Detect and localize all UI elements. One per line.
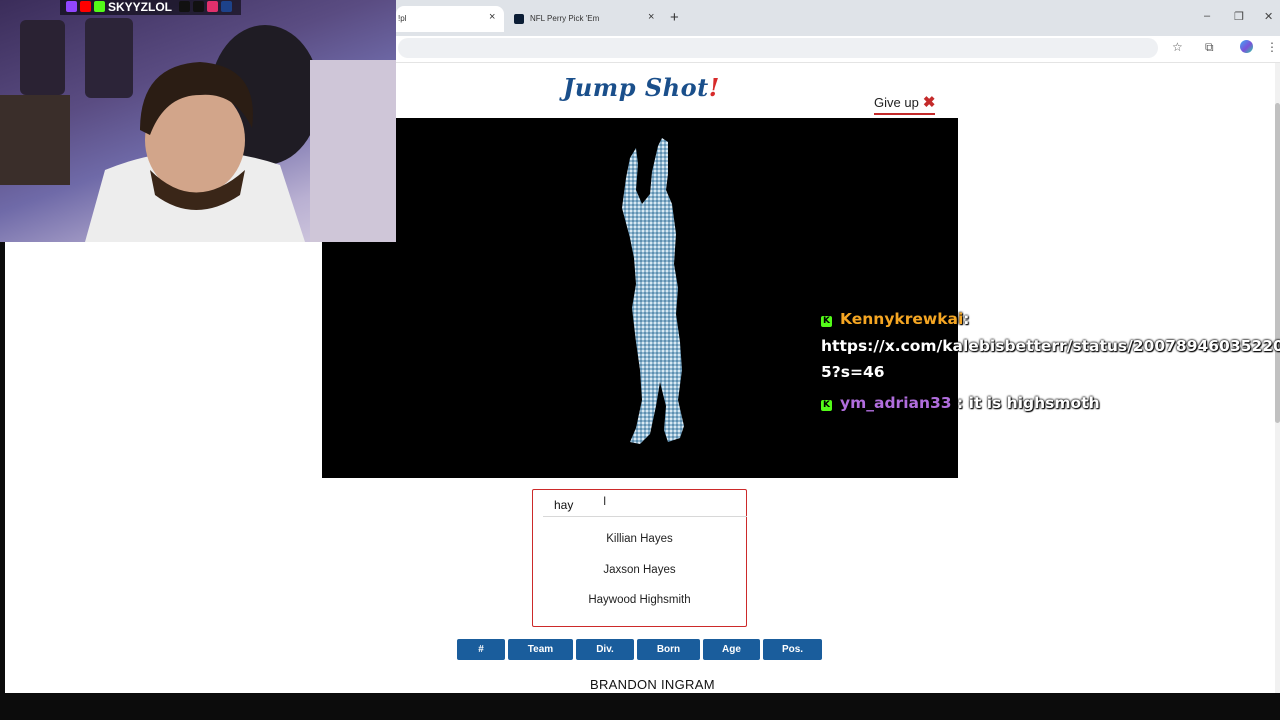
chat-message-text: it is highsmoth bbox=[968, 394, 1100, 412]
logo-text: Jump Shot bbox=[563, 73, 709, 102]
chat-username: Kennykrewkai bbox=[840, 310, 964, 328]
webcam-scene bbox=[0, 18, 396, 242]
give-up-button[interactable]: Give up ✖ bbox=[874, 93, 936, 115]
column-division[interactable]: Div. bbox=[576, 639, 634, 660]
chat-separator: : bbox=[963, 310, 970, 328]
chat-message-text: https://x.com/kalebisbetterr/status/2007… bbox=[821, 337, 1280, 355]
close-x-icon: ✖ bbox=[922, 94, 936, 111]
scrollbar-thumb[interactable] bbox=[1275, 103, 1280, 423]
kick-badge-icon: K bbox=[821, 316, 832, 327]
social-handles-bar: SKYYZLOL bbox=[60, 0, 242, 15]
player-search-input[interactable] bbox=[543, 494, 747, 517]
column-position[interactable]: Pos. bbox=[763, 639, 822, 660]
kick-icon bbox=[94, 1, 105, 12]
minimize-icon[interactable]: – bbox=[1204, 10, 1210, 22]
x-twitter-icon bbox=[193, 1, 205, 12]
streamer-webcam: SKYYZLOL bbox=[0, 0, 396, 242]
taskbar-strip bbox=[0, 693, 1280, 720]
chat-message-text: 5?s=46 bbox=[821, 363, 885, 381]
youtube-icon bbox=[80, 1, 91, 12]
suggestion-item[interactable]: Jaxson Hayes bbox=[533, 564, 746, 576]
column-number[interactable]: # bbox=[457, 639, 505, 660]
tab-close-icon[interactable]: × bbox=[489, 11, 495, 23]
tab-close-icon[interactable]: × bbox=[648, 11, 654, 23]
chat-username: ym_adrian33 bbox=[840, 394, 952, 412]
player-silhouette-stage bbox=[322, 118, 958, 478]
chat-message: Kym_adrian33 : it is highsmoth bbox=[821, 394, 1100, 412]
logo-accent: ! bbox=[708, 73, 720, 102]
bookmark-star-icon[interactable]: ☆ bbox=[1172, 40, 1183, 54]
streamer-handle: SKYYZLOL bbox=[108, 0, 172, 14]
instagram-icon bbox=[207, 1, 219, 12]
address-bar[interactable] bbox=[398, 38, 1158, 58]
tab-nfl-pick-em[interactable]: NFL Perry Pick 'Em × bbox=[506, 6, 666, 32]
warriors-logo-icon bbox=[221, 1, 233, 12]
tab-title: NFL Perry Pick 'Em bbox=[530, 14, 600, 23]
player-search-dropdown: I Killian Hayes Jaxson Hayes Haywood Hig… bbox=[532, 489, 747, 627]
extensions-icon[interactable]: ⧉ bbox=[1205, 40, 1214, 55]
restore-icon[interactable]: ❐ bbox=[1234, 10, 1244, 23]
column-team[interactable]: Team bbox=[508, 639, 573, 660]
new-tab-button[interactable]: + bbox=[670, 9, 679, 26]
kick-badge-icon: K bbox=[821, 400, 832, 411]
close-window-icon[interactable]: ✕ bbox=[1264, 10, 1273, 23]
tab-title: !pl bbox=[398, 14, 407, 23]
page-scrollbar[interactable] bbox=[1275, 63, 1280, 693]
give-up-label: Give up bbox=[874, 95, 919, 110]
text-cursor-icon: I bbox=[603, 494, 607, 508]
suggestion-item[interactable]: Haywood Highsmith bbox=[533, 594, 746, 606]
column-age[interactable]: Age bbox=[703, 639, 760, 660]
previous-guess-name: BRANDON INGRAM bbox=[590, 677, 715, 692]
player-silhouette bbox=[622, 138, 684, 444]
chat-separator: : bbox=[957, 394, 964, 412]
jump-shot-logo: Jump Shot! bbox=[563, 73, 720, 102]
tiktok-icon bbox=[179, 1, 191, 12]
tab-active[interactable]: !pl × bbox=[396, 6, 504, 32]
nfl-favicon-icon bbox=[514, 14, 524, 24]
chat-message: K Kennykrewkai: bbox=[821, 310, 970, 328]
browser-menu-icon[interactable]: ⋮ bbox=[1266, 40, 1278, 54]
suggestion-item[interactable]: Killian Hayes bbox=[533, 533, 746, 545]
extension-icon[interactable] bbox=[1240, 40, 1253, 53]
column-born[interactable]: Born bbox=[637, 639, 700, 660]
twitch-icon bbox=[66, 1, 77, 12]
